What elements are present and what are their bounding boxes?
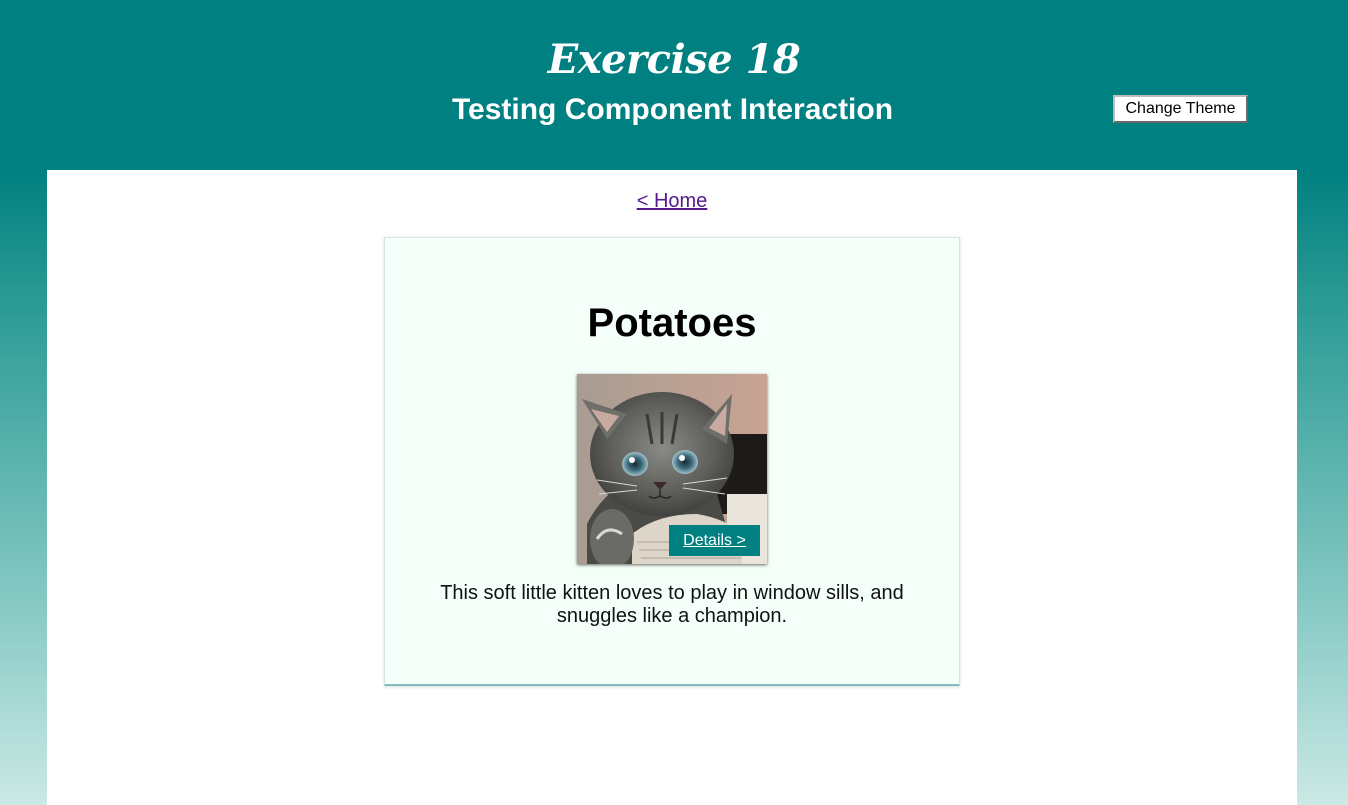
home-link[interactable]: < Home: [637, 190, 708, 212]
details-button[interactable]: Details >: [669, 525, 760, 556]
site-title: Exercise 18: [547, 36, 801, 83]
change-theme-button[interactable]: Change Theme: [1113, 95, 1248, 123]
kitten-image: Details >: [577, 374, 767, 564]
pet-card: Potatoes Details > This soft little kitt…: [384, 237, 960, 686]
home-link-container: < Home: [0, 188, 1344, 214]
page-header: Exercise 18 Testing Component Interactio…: [0, 0, 1348, 170]
pet-name: Potatoes: [587, 301, 757, 345]
pet-description: This soft little kitten loves to play in…: [440, 582, 904, 627]
